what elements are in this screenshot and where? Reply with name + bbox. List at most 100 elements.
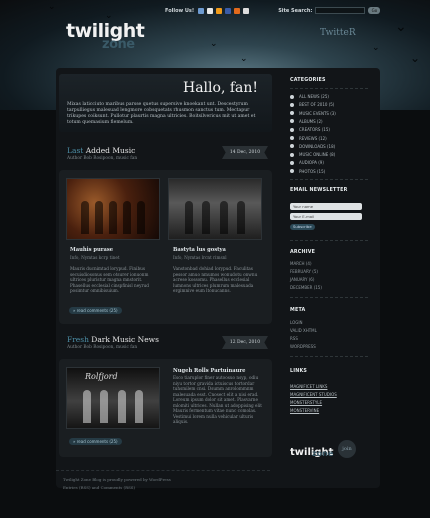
post-title-rest: Dark Music News <box>88 335 159 344</box>
social-icon-rss[interactable] <box>216 7 223 14</box>
read-comments-button[interactable]: » read comments (25) <box>69 438 122 445</box>
news-title[interactable]: Nugeh Rolls Partuinaure <box>173 368 245 374</box>
category-item[interactable]: PHOTOS (15) <box>290 169 325 174</box>
archive-title: ARCHIVE <box>290 250 316 255</box>
bullet-icon <box>290 102 294 107</box>
bullet-icon <box>290 169 294 174</box>
footer-divider <box>56 470 270 471</box>
album-image[interactable] <box>168 178 262 240</box>
bullet-icon <box>290 111 294 116</box>
category-item[interactable]: CREATORS (15) <box>290 127 330 132</box>
band-figures <box>78 201 148 235</box>
social-icon-delicious[interactable] <box>198 7 205 14</box>
follow-label: Follow Us! <box>165 7 195 14</box>
album-title[interactable]: Mauhis purase <box>70 247 113 253</box>
post-title-rest: Added Music <box>83 146 136 155</box>
album-title[interactable]: Bastyta lus gostya <box>173 247 226 253</box>
external-link[interactable]: MAGNIFICENT STUDIOS <box>290 392 337 397</box>
band-figures <box>78 390 148 424</box>
bullet-icon <box>290 152 294 157</box>
divider <box>290 356 368 357</box>
divider <box>290 88 368 89</box>
meta-link[interactable]: WORDPRESS <box>290 344 316 349</box>
bird-decoration: ⌄ <box>372 43 380 53</box>
welcome-title: Hallo, fan! <box>183 80 259 96</box>
news-description: Esco tiaruplor finer autoosuo nsyp, odiu… <box>173 375 262 424</box>
social-icon-email[interactable] <box>207 7 214 14</box>
date-badge: 12 Dec, 2010 <box>222 336 268 349</box>
category-label: ALL NEWS (25) <box>299 94 329 99</box>
category-item[interactable]: AUDIOPA (9) <box>290 160 324 165</box>
category-label: BEST OF 2010 (5) <box>299 102 335 108</box>
band-figures <box>180 201 250 235</box>
welcome-text: Mixas laticciuto maribus parsse quetus s… <box>67 102 256 125</box>
category-label: ALBUMS (2) <box>299 118 323 124</box>
join-badge[interactable]: join <box>338 440 356 458</box>
category-item[interactable]: ALL NEWS (25) <box>290 94 329 99</box>
album-description: Vanstonbad dohiad lorypud. Faculitas pes… <box>173 266 258 293</box>
bullet-icon <box>290 144 294 149</box>
subscribe-button[interactable]: Subscribe <box>290 224 315 230</box>
footer-logo-sub: zone <box>312 449 334 458</box>
album-image[interactable]: Rolfjord <box>66 367 160 429</box>
social-icon-stumbleupon[interactable] <box>234 7 241 14</box>
social-icon-facebook[interactable] <box>225 7 232 14</box>
footer-rss[interactable]: Entries (RSS) and Comments (RSS) <box>63 485 135 490</box>
footer-credit: Twilight Zone Blog is proudly powered by… <box>63 477 171 482</box>
external-link[interactable]: MAGNIFICET LINKS <box>290 384 327 389</box>
category-item[interactable]: DOWNLOADS (18) <box>290 144 335 149</box>
meta-link[interactable]: RSS <box>290 336 298 341</box>
bullet-icon <box>290 94 294 99</box>
archive-link[interactable]: MARCH (4) <box>290 261 312 266</box>
meta-link[interactable]: VALID XHTML <box>290 328 317 333</box>
bullet-icon <box>290 119 294 124</box>
site-logo[interactable]: twilight zone <box>66 20 145 52</box>
meta-link[interactable]: LOGIN <box>290 320 303 325</box>
album-subtitle: Info, Nymtas lrcnt rimsnl <box>173 255 227 260</box>
archive-link[interactable]: DECEMBER (15) <box>290 285 322 290</box>
links-title: LINKS <box>290 369 308 374</box>
archive-link[interactable]: JANUARY (6) <box>290 277 314 282</box>
external-link[interactable]: MONSTERVINE <box>290 408 319 413</box>
post-meta: Author Bob Rosipoon, music fan <box>67 156 138 161</box>
category-label: CREATORS (15) <box>299 127 330 133</box>
divider <box>290 179 368 180</box>
meta-title: META <box>290 308 306 313</box>
bird-decoration: ⌄ <box>210 39 218 49</box>
category-item[interactable]: MUSIC ONLINE (8) <box>290 152 335 157</box>
bullet-icon <box>290 127 294 132</box>
category-label: DOWNLOADS (18) <box>299 143 336 149</box>
social-icon-digg[interactable] <box>243 7 250 14</box>
bird-decoration: ⌄ <box>410 51 421 65</box>
external-link[interactable]: MONSTERSTYLE <box>290 400 322 405</box>
album-image-caption: Rolfjord <box>85 372 118 381</box>
logo-sub-text: zone <box>102 37 135 52</box>
read-comments-button[interactable]: » read comments (25) <box>69 307 122 314</box>
search-go-button[interactable]: Go <box>368 7 381 14</box>
bullet-icon <box>290 136 294 140</box>
category-item[interactable]: MUSIC EVENTS (3) <box>290 111 336 116</box>
post-meta: Author Bob Rosipoon, music fan <box>67 345 138 350</box>
album-image[interactable] <box>66 178 160 240</box>
twitter-link[interactable]: TwitteR <box>320 28 356 38</box>
newsletter-email-field[interactable]: Your E-mail <box>290 213 362 220</box>
search-input[interactable] <box>315 7 366 14</box>
album-description: Mauris ducnimtad lorypud. Finibus secuis… <box>70 266 149 293</box>
post-title-highlight: Last <box>67 146 84 155</box>
category-item[interactable]: BEST OF 2010 (5) <box>290 102 334 107</box>
category-label: PHOTOS (15) <box>299 168 326 174</box>
search-label: Site Search: <box>278 7 313 14</box>
divider <box>290 297 368 298</box>
newsletter-name-field[interactable]: Your name <box>290 203 362 210</box>
post-title[interactable]: Last Added Music <box>67 146 135 155</box>
category-label: MUSIC EVENTS (3) <box>299 110 336 116</box>
category-item[interactable]: REVIEWS (12) <box>290 136 327 141</box>
album-subtitle: Info, Nymtas kcrp tinet <box>70 255 120 260</box>
bird-decoration: ⌄ <box>240 54 248 64</box>
category-label: AUDIOPA (9) <box>299 160 324 166</box>
footer-logo[interactable]: twilight zone join <box>290 440 356 459</box>
bullet-icon <box>290 160 294 165</box>
archive-link[interactable]: FEBRUARY (5) <box>290 269 318 274</box>
post-title[interactable]: Fresh Dark Music News <box>67 335 159 344</box>
category-item[interactable]: ALBUMS (2) <box>290 119 323 124</box>
